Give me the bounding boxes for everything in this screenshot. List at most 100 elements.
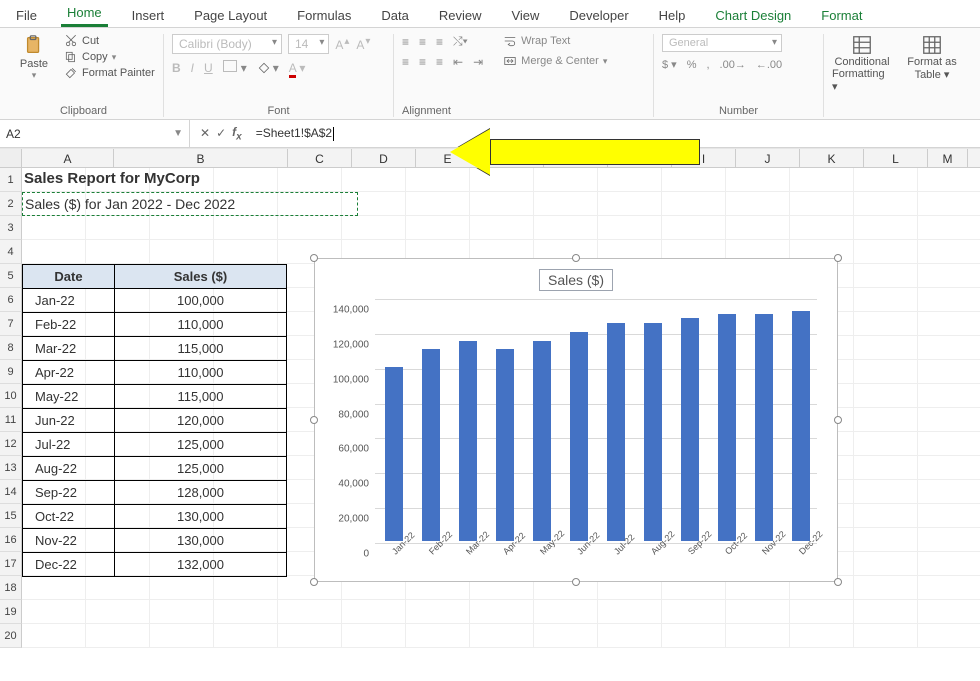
cell-date[interactable]: Dec-22 <box>23 553 115 577</box>
decrease-decimal-icon[interactable]: ←.00 <box>756 59 782 71</box>
percent-format-icon[interactable]: % <box>687 59 697 71</box>
chart-bar[interactable] <box>607 323 625 541</box>
chart-bar[interactable] <box>792 311 810 541</box>
fill-color-button[interactable]: ▾ <box>257 61 279 75</box>
row-header[interactable]: 11 <box>0 408 22 432</box>
cell-sales[interactable]: 125,000 <box>115 457 287 481</box>
comma-format-icon[interactable]: , <box>706 59 709 71</box>
increase-font-icon[interactable]: A▴ <box>335 36 350 52</box>
align-left-icon[interactable]: ≡ <box>402 55 409 69</box>
chart-bar[interactable] <box>533 341 551 541</box>
align-top-icon[interactable]: ≡ <box>402 35 409 49</box>
tab-view[interactable]: View <box>505 6 545 27</box>
col-header-a[interactable]: A <box>22 149 114 167</box>
row-header[interactable]: 10 <box>0 384 22 408</box>
copy-button[interactable]: Copy ▾ <box>64 50 155 64</box>
row-header[interactable]: 3 <box>0 216 22 240</box>
col-header-f[interactable]: F <box>480 149 544 167</box>
row-header[interactable]: 5 <box>0 264 22 288</box>
cell-date[interactable]: Apr-22 <box>23 361 115 385</box>
orientation-icon[interactable]: ⤭▾ <box>453 34 468 49</box>
cell-sales[interactable]: 128,000 <box>115 481 287 505</box>
row-header[interactable]: 19 <box>0 600 22 624</box>
border-button[interactable]: ▾ <box>223 60 247 75</box>
number-format-select[interactable]: General <box>662 34 782 52</box>
col-header-l[interactable]: L <box>864 149 928 167</box>
format-painter-button[interactable]: Format Painter <box>64 66 155 80</box>
tab-formulas[interactable]: Formulas <box>291 6 357 27</box>
row-header[interactable]: 6 <box>0 288 22 312</box>
chart-bar[interactable] <box>496 349 514 541</box>
resize-handle-s[interactable] <box>572 578 580 586</box>
tab-format[interactable]: Format <box>815 6 868 27</box>
resize-handle-w[interactable] <box>310 416 318 424</box>
italic-button[interactable]: I <box>191 61 194 75</box>
align-center-icon[interactable]: ≡ <box>419 55 426 69</box>
tab-developer[interactable]: Developer <box>563 6 634 27</box>
tab-file[interactable]: File <box>10 6 43 27</box>
conditional-formatting-button[interactable]: Conditional Formatting ▾ <box>832 34 892 93</box>
cell-date[interactable]: May-22 <box>23 385 115 409</box>
row-header[interactable]: 20 <box>0 624 22 648</box>
cell-sales[interactable]: 100,000 <box>115 289 287 313</box>
row-header[interactable]: 12 <box>0 432 22 456</box>
row-header[interactable]: 4 <box>0 240 22 264</box>
col-header-g[interactable]: G <box>544 149 608 167</box>
col-header-k[interactable]: K <box>800 149 864 167</box>
resize-handle-n[interactable] <box>572 254 580 262</box>
chart-bar[interactable] <box>422 349 440 541</box>
cell-date[interactable]: Mar-22 <box>23 337 115 361</box>
row-header[interactable]: 1 <box>0 168 22 192</box>
accept-formula-icon[interactable]: ✓ <box>216 126 226 140</box>
chart-bar[interactable] <box>681 318 699 541</box>
row-header[interactable]: 7 <box>0 312 22 336</box>
tab-home[interactable]: Home <box>61 3 108 27</box>
select-all-corner[interactable] <box>0 149 22 167</box>
cell-sales[interactable]: 110,000 <box>115 361 287 385</box>
chart-bar[interactable] <box>459 341 477 541</box>
cell-date[interactable]: Sep-22 <box>23 481 115 505</box>
row-header[interactable]: 17 <box>0 552 22 576</box>
row-header[interactable]: 2 <box>0 192 22 216</box>
format-as-table-button[interactable]: Format as Table ▾ <box>902 34 962 93</box>
indent-increase-icon[interactable]: ⇥ <box>473 55 483 69</box>
align-bottom-icon[interactable]: ≡ <box>436 35 443 49</box>
cell-sales[interactable]: 130,000 <box>115 529 287 553</box>
row-header[interactable]: 18 <box>0 576 22 600</box>
cell-date[interactable]: Feb-22 <box>23 313 115 337</box>
col-header-b[interactable]: B <box>114 149 288 167</box>
col-header-j[interactable]: J <box>736 149 800 167</box>
increase-decimal-icon[interactable]: .00→ <box>720 59 746 71</box>
tab-page-layout[interactable]: Page Layout <box>188 6 273 27</box>
resize-handle-se[interactable] <box>834 578 842 586</box>
cell-a2-selected[interactable]: Sales ($) for Jan 2022 - Dec 2022 <box>22 192 358 216</box>
col-header-e[interactable]: E <box>416 149 480 167</box>
formula-input[interactable]: =Sheet1!$A$2 <box>252 126 338 141</box>
font-size-select[interactable]: 14 <box>288 34 329 54</box>
decrease-font-icon[interactable]: A▾ <box>356 36 371 52</box>
col-header-m[interactable]: M <box>928 149 968 167</box>
cell-a1[interactable]: Sales Report for MyCorp <box>24 170 200 187</box>
resize-handle-nw[interactable] <box>310 254 318 262</box>
col-header-h[interactable]: H <box>608 149 672 167</box>
col-header-i[interactable]: I <box>672 149 736 167</box>
align-middle-icon[interactable]: ≡ <box>419 35 426 49</box>
cell-date[interactable]: Jul-22 <box>23 433 115 457</box>
align-right-icon[interactable]: ≡ <box>436 55 443 69</box>
col-header-d[interactable]: D <box>352 149 416 167</box>
resize-handle-ne[interactable] <box>834 254 842 262</box>
chart-bar[interactable] <box>385 367 403 541</box>
tab-data[interactable]: Data <box>375 6 414 27</box>
cell-sales[interactable]: 130,000 <box>115 505 287 529</box>
cell-date[interactable]: Oct-22 <box>23 505 115 529</box>
cell-date[interactable]: Nov-22 <box>23 529 115 553</box>
paste-button[interactable]: Paste ▾ <box>12 34 56 81</box>
chevron-down-icon[interactable]: ▼ <box>173 128 183 139</box>
name-box[interactable]: A2 ▼ <box>0 120 190 147</box>
cell-date[interactable]: Jun-22 <box>23 409 115 433</box>
chart-bar[interactable] <box>570 332 588 541</box>
font-name-select[interactable]: Calibri (Body) <box>172 34 282 54</box>
chart-bar[interactable] <box>718 314 736 541</box>
row-header[interactable]: 9 <box>0 360 22 384</box>
col-header-c[interactable]: C <box>288 149 352 167</box>
